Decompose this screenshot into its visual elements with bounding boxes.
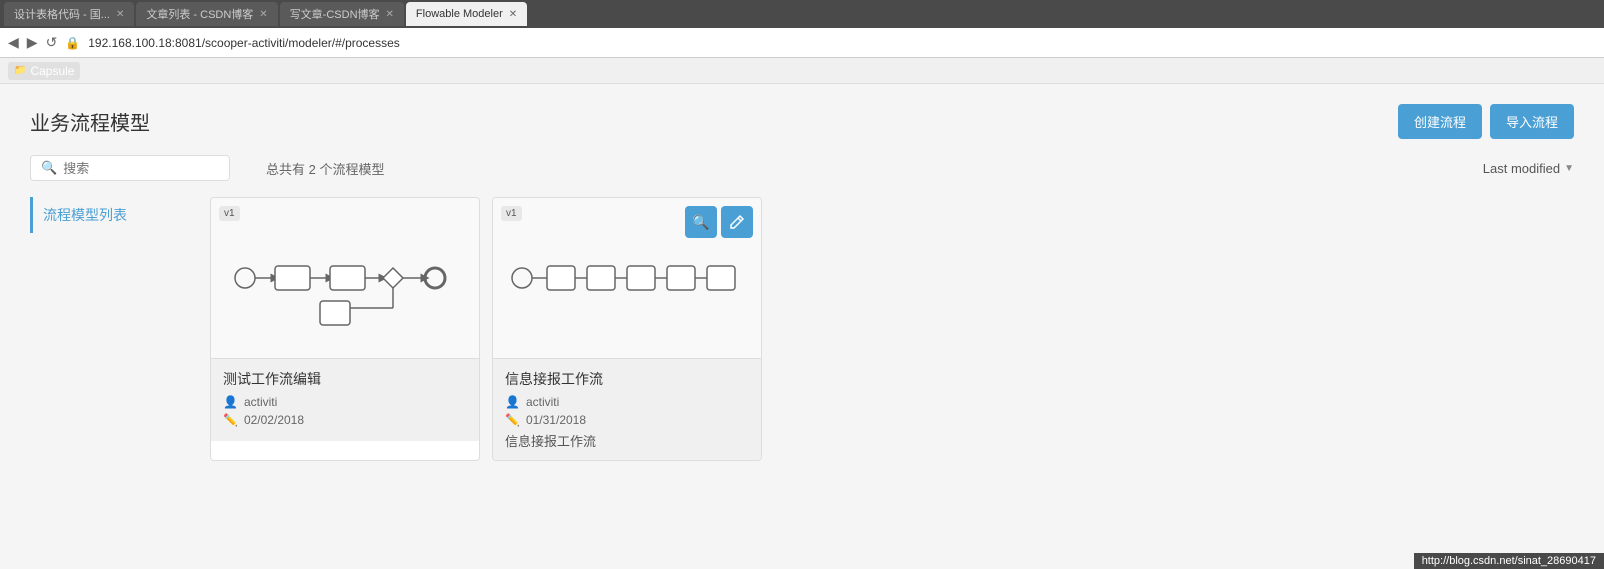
sidebar-item-process-list[interactable]: 流程模型列表 — [30, 197, 190, 233]
process-card-2: v1 🔍 — [492, 197, 762, 461]
bookmarks-bar: 📁 Capsule — [0, 58, 1604, 84]
import-flow-button[interactable]: 导入流程 — [1490, 104, 1574, 139]
chevron-down-icon: ▼ — [1564, 163, 1574, 174]
card-name-1: 测试工作流编辑 — [223, 369, 467, 389]
user-icon-2: 👤 — [505, 395, 520, 409]
sort-control[interactable]: Last modified ▼ — [1483, 161, 1574, 176]
url-display[interactable]: 192.168.100.18:8081/scooper-activiti/mod… — [88, 36, 400, 50]
card-diagram-1: v1 — [211, 198, 479, 358]
tab-1[interactable]: 设计表格代码 - 国... ✕ — [4, 2, 134, 26]
card-name-2: 信息接报工作流 — [505, 369, 749, 389]
tab-1-label: 设计表格代码 - 国... — [14, 6, 110, 22]
tab-2-close[interactable]: ✕ — [259, 9, 267, 20]
tab-1-close[interactable]: ✕ — [116, 9, 124, 20]
version-badge-2: v1 — [501, 206, 522, 221]
card-date-2: 01/31/2018 — [526, 413, 586, 427]
user-icon-1: 👤 — [223, 395, 238, 409]
lock-icon: 🔒 — [65, 36, 80, 50]
edit-icon — [729, 214, 745, 230]
card-diagram-2: v1 🔍 — [493, 198, 761, 358]
tab-4[interactable]: Flowable Modeler ✕ — [406, 2, 527, 26]
main-content: 🔍 总共有 2 个流程模型 Last modified ▼ 流程模型列表 — [0, 155, 1604, 461]
card-meta-author-1: 👤 activiti — [223, 395, 467, 409]
tab-4-close[interactable]: ✕ — [509, 9, 517, 20]
process-list: v1 — [210, 197, 1574, 461]
tab-3[interactable]: 写文章-CSDN博客 ✕ — [280, 2, 404, 26]
card-meta-author-2: 👤 activiti — [505, 395, 749, 409]
forward-button[interactable]: ▶ — [27, 34, 38, 51]
card-date-1: 02/02/2018 — [244, 413, 304, 427]
tab-2[interactable]: 文章列表 - CSDN博客 ✕ — [136, 2, 277, 26]
back-button[interactable]: ◀ — [8, 34, 19, 51]
tab-3-close[interactable]: ✕ — [386, 9, 394, 20]
tabs-bar: 设计表格代码 - 国... ✕ 文章列表 - CSDN博客 ✕ 写文章-CSDN… — [0, 0, 1604, 28]
toolbar-row: 🔍 总共有 2 个流程模型 Last modified ▼ — [30, 155, 1574, 181]
content-area: 流程模型列表 v1 — [30, 197, 1574, 461]
pencil-icon-1: ✏️ — [223, 413, 238, 427]
card-meta-date-2: ✏️ 01/31/2018 — [505, 413, 749, 427]
header-buttons: 创建流程 导入流程 — [1398, 104, 1574, 139]
search-input[interactable] — [63, 161, 219, 176]
card-actions-2: 🔍 — [685, 206, 753, 238]
app-container: 业务流程模型 创建流程 导入流程 🔍 总共有 2 个流程模型 Last modi… — [0, 84, 1604, 564]
bookmark-folder-icon: 📁 — [14, 65, 26, 76]
browser-chrome: 设计表格代码 - 国... ✕ 文章列表 - CSDN博客 ✕ 写文章-CSDN… — [0, 0, 1604, 84]
sidebar: 流程模型列表 — [30, 197, 210, 461]
card-info-1: 测试工作流编辑 👤 activiti ✏️ 02/02/2018 — [211, 358, 479, 441]
card-meta-date-1: ✏️ 02/02/2018 — [223, 413, 467, 427]
address-bar: ◀ ▶ ↺ 🔒 192.168.100.18:8081/scooper-acti… — [0, 28, 1604, 58]
card-description-2: 信息接报工作流 — [505, 431, 749, 450]
page-title: 业务流程模型 — [30, 107, 150, 136]
bpmn-diagram-2 — [507, 238, 747, 318]
status-text: http://blog.csdn.net/sinat_28690417 — [1422, 555, 1596, 567]
edit-process-button[interactable] — [721, 206, 753, 238]
status-bar: http://blog.csdn.net/sinat_28690417 — [1414, 553, 1604, 569]
create-flow-button[interactable]: 创建流程 — [1398, 104, 1482, 139]
card-author-2: activiti — [526, 395, 559, 409]
sidebar-item-label: 流程模型列表 — [43, 205, 127, 225]
card-author-1: activiti — [244, 395, 277, 409]
view-process-button[interactable]: 🔍 — [685, 206, 717, 238]
bookmark-capsule[interactable]: 📁 Capsule — [8, 62, 80, 80]
process-card-1: v1 — [210, 197, 480, 461]
card-info-2: 信息接报工作流 👤 activiti ✏️ 01/31/2018 信息接报工作流 — [493, 358, 761, 460]
reload-button[interactable]: ↺ — [46, 34, 58, 51]
bookmark-label: Capsule — [30, 64, 74, 78]
tab-2-label: 文章列表 - CSDN博客 — [146, 6, 253, 22]
app-header: 业务流程模型 创建流程 导入流程 — [0, 84, 1604, 155]
tab-3-label: 写文章-CSDN博客 — [290, 6, 380, 22]
version-badge-1: v1 — [219, 206, 240, 221]
tab-4-label: Flowable Modeler — [416, 8, 503, 20]
search-box[interactable]: 🔍 — [30, 155, 230, 181]
count-text: 总共有 2 个流程模型 — [266, 159, 384, 178]
search-icon: 🔍 — [41, 160, 57, 176]
sort-label: Last modified — [1483, 161, 1560, 176]
bpmn-diagram-1 — [225, 223, 465, 333]
pencil-icon-2: ✏️ — [505, 413, 520, 427]
